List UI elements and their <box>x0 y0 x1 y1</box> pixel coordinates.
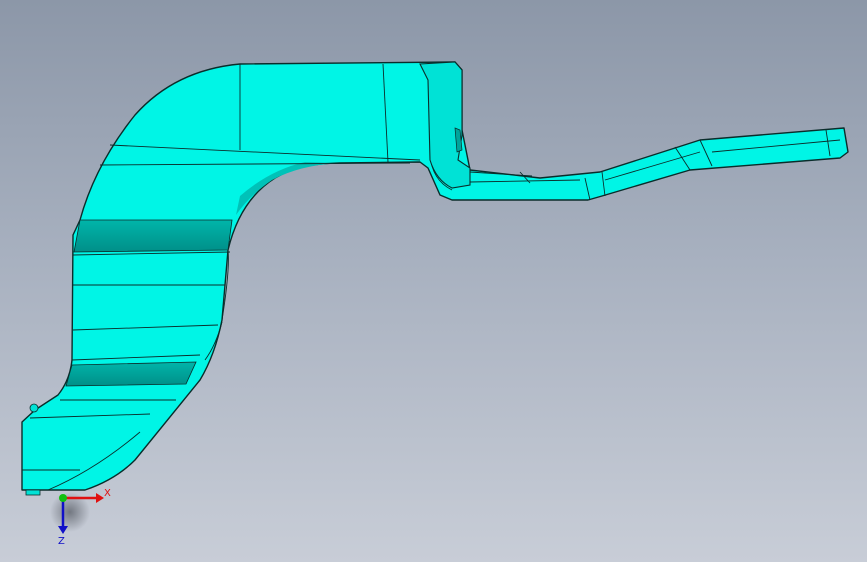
graphics-viewport[interactable]: X Z <box>0 0 867 562</box>
sheet-metal-part[interactable] <box>21 61 849 496</box>
reference-triad[interactable]: X Z <box>50 488 111 547</box>
triad-origin-icon <box>59 494 67 502</box>
z-axis-label: Z <box>58 536 65 547</box>
part-shade-band-upper <box>73 219 233 253</box>
x-axis-label: X <box>104 488 111 499</box>
part-tab-upper <box>29 403 39 413</box>
part-tab-lower <box>25 489 41 496</box>
x-axis-arrow-icon <box>96 493 104 503</box>
part-shade-band-lower <box>65 361 197 387</box>
model-view[interactable]: X Z <box>0 0 867 562</box>
